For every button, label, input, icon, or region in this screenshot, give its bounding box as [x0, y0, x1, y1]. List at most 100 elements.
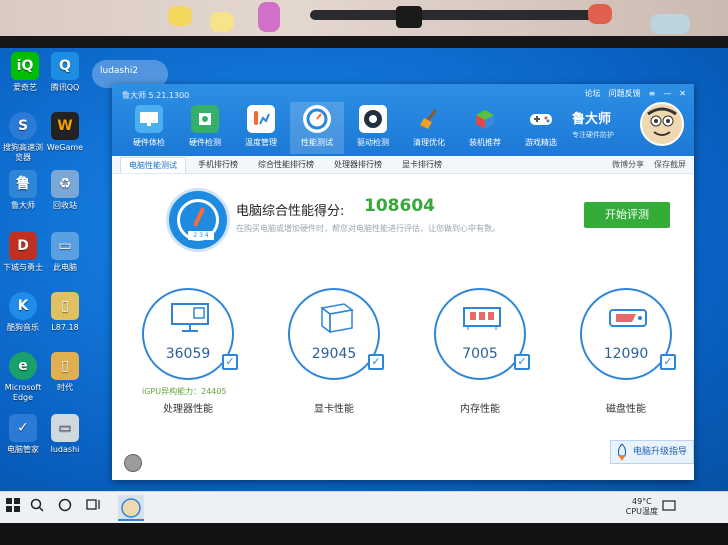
qq-icon: Q: [51, 52, 79, 80]
desktop-icon-sogou-browser[interactable]: S 搜狗高速浏览器: [0, 112, 46, 163]
computer-icon: ▭: [51, 232, 79, 260]
tab-pc-performance[interactable]: 电脑性能测试: [120, 156, 186, 173]
tool-temperature[interactable]: 温度管理: [234, 102, 288, 154]
taskbar-ludashi-app[interactable]: [118, 495, 144, 521]
gauge-readout: 2 3 4: [188, 231, 214, 240]
user-avatar[interactable]: [124, 454, 142, 472]
memory-icon: [460, 302, 504, 334]
memory-score-value: 7005: [462, 346, 498, 362]
desktop-icon-wegame[interactable]: W WeGame: [42, 112, 88, 153]
gauge-icon: [303, 105, 331, 133]
brand-area: 鲁大师 专注硬件防护: [564, 102, 684, 150]
wegame-icon: W: [51, 112, 79, 140]
figurine-decoration: [650, 14, 690, 34]
tab-phone-ranking[interactable]: 手机排行榜: [190, 157, 246, 172]
photo-top-background: [0, 0, 728, 38]
save-screenshot-button[interactable]: 保存截屏: [654, 159, 686, 170]
brand-slogan: 专注硬件防护: [572, 131, 614, 139]
disk-score-circle[interactable]: 12090 ✓: [580, 288, 676, 380]
desktop-icon-label: ludashi: [50, 445, 80, 454]
minimize-button[interactable]: —: [663, 89, 671, 98]
notification-icon[interactable]: [662, 500, 676, 515]
cube-icon: [471, 105, 499, 133]
desktop-icon-l87[interactable]: ▯ L87.18: [42, 292, 88, 333]
cpu-temp-value: 49°C: [631, 497, 652, 506]
ludashi-window: 鲁大师 5.21.1300 论坛 问题反馈 ≡ — ✕ 硬件体检 硬件检测 温度…: [112, 84, 694, 480]
monitor-icon: [135, 105, 163, 133]
driver-icon: [359, 105, 387, 133]
tool-games[interactable]: 游戏精选: [514, 102, 568, 154]
tool-build-recommend[interactable]: 装机推荐: [458, 102, 512, 154]
gpu-box-icon: [314, 302, 358, 334]
cpu-score-circle[interactable]: 36059 ✓: [142, 288, 238, 380]
memory-performance-label: 内存性能: [460, 404, 500, 415]
desktop-icon-qq[interactable]: Q 腾讯QQ: [42, 52, 88, 93]
gpu-score-circle[interactable]: 29045 ✓: [288, 288, 384, 380]
cpu-temp-label: CPU温度: [625, 507, 658, 516]
desktop-icon-label: 搜狗高速浏览器: [3, 143, 43, 162]
memory-score-circle[interactable]: 7005 ✓: [434, 288, 530, 380]
desktop-icon-recycle-bin[interactable]: ♻ 回收站: [42, 170, 88, 211]
desktop-icon-edge[interactable]: e Microsoft Edge: [0, 352, 46, 403]
checkbox-checked-icon[interactable]: ✓: [222, 354, 238, 370]
tool-label: 驱动检测: [357, 138, 389, 147]
tool-performance-test[interactable]: 性能测试: [290, 102, 344, 154]
desktop-icon-this-pc[interactable]: ▭ 此电脑: [42, 232, 88, 273]
upgrade-guide-button[interactable]: 电脑升级指导: [610, 440, 694, 464]
windows-start-icon[interactable]: [6, 498, 20, 515]
tool-label: 清理优化: [413, 138, 445, 147]
pc-manager-icon: ✓: [9, 414, 37, 442]
desktop-icon-ludashi-file[interactable]: ▭ ludashi: [42, 414, 88, 455]
window-controls: 论坛 问题反馈 ≡ — ✕: [585, 88, 686, 99]
cortana-icon[interactable]: [58, 498, 72, 515]
checkbox-checked-icon[interactable]: ✓: [660, 354, 676, 370]
figurine-decoration: [210, 12, 234, 32]
monitor-top-bar: [310, 10, 610, 20]
edge-icon: e: [9, 352, 37, 380]
performance-gauge-icon: 2 3 4: [166, 188, 230, 252]
start-test-button[interactable]: 开始评测: [584, 202, 670, 228]
desktop-icon-kugou[interactable]: K 酷狗音乐: [0, 292, 46, 333]
tool-hardware-checkup[interactable]: 硬件体检: [122, 102, 176, 154]
desktop-icon-label: 下城与勇士: [3, 263, 43, 272]
tab-overall-ranking[interactable]: 综合性能排行榜: [250, 157, 322, 172]
weibo-share-button[interactable]: 微博分享: [612, 159, 644, 170]
figurine-decoration: [588, 4, 612, 24]
desktop-icon-label: 鲁大师: [11, 201, 35, 210]
close-button[interactable]: ✕: [679, 89, 686, 98]
cpu-monitor-icon: [168, 302, 212, 334]
window-title: 鲁大师 5.21.1300: [122, 91, 190, 100]
tool-cleanup[interactable]: 清理优化: [402, 102, 456, 154]
tab-cpu-ranking[interactable]: 处理器排行榜: [326, 157, 390, 172]
menu-icon[interactable]: ≡: [649, 89, 656, 98]
tool-hardware-detect[interactable]: 硬件检测: [178, 102, 232, 154]
checkbox-checked-icon[interactable]: ✓: [368, 354, 384, 370]
thermometer-icon: [247, 105, 275, 133]
toolbar: 硬件体检 硬件检测 温度管理 性能测试 驱动检测 清理优化 装机推荐 游戏精选: [122, 102, 568, 154]
feedback-link[interactable]: 问题反馈: [609, 88, 641, 99]
folder-icon: ▯: [51, 292, 79, 320]
tool-driver-detect[interactable]: 驱动检测: [346, 102, 400, 154]
desktop-icon-label: Microsoft Edge: [4, 383, 42, 402]
checkbox-checked-icon[interactable]: ✓: [514, 354, 530, 370]
score-description: 在购买电脑或增加硬件时，帮您对电脑性能进行评估，让您做到心中有数。: [236, 224, 500, 233]
figurine-decoration: [168, 6, 192, 26]
score-value: 108604: [364, 196, 435, 216]
desktop-icon-label: WeGame: [46, 143, 84, 152]
desktop-icon-shidai[interactable]: ▯ 时代: [42, 352, 88, 393]
desktop-icon-ludashi[interactable]: 鲁 鲁大师: [0, 170, 46, 211]
forum-link[interactable]: 论坛: [585, 88, 601, 99]
desktop-icon-label: 回收站: [53, 201, 77, 210]
tool-label: 硬件体检: [133, 138, 165, 147]
desktop-icon-dnf[interactable]: D 下城与勇士: [0, 232, 46, 273]
tool-label: 游戏精选: [525, 138, 557, 147]
search-icon[interactable]: [30, 498, 44, 515]
task-view-icon[interactable]: [86, 498, 102, 515]
desktop-icon-pc-manager[interactable]: ✓ 电脑管家: [0, 414, 46, 455]
desktop-icon-label: 腾讯QQ: [50, 83, 80, 92]
gpu-performance-label: 显卡性能: [314, 404, 354, 415]
mascot-avatar[interactable]: [640, 102, 684, 146]
tab-gpu-ranking[interactable]: 显卡排行榜: [394, 157, 450, 172]
gamepad-icon: [527, 105, 555, 133]
cpu-temperature[interactable]: 49°C CPU温度: [626, 497, 658, 517]
